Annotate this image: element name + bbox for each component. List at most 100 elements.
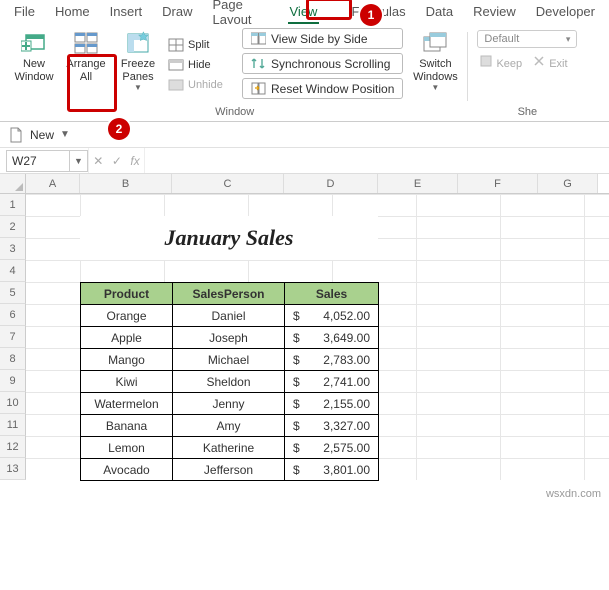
row-header[interactable]: 13 xyxy=(0,458,26,480)
cell-area[interactable]: January Sales Product SalesPerson Sales … xyxy=(26,194,609,480)
tab-developer[interactable]: Developer xyxy=(526,1,605,23)
watermark: wsxdn.com xyxy=(546,488,601,500)
tab-draw[interactable]: Draw xyxy=(152,1,202,23)
tab-file[interactable]: File xyxy=(4,1,45,23)
freeze-panes-icon xyxy=(125,30,151,56)
callout-badge-1: 1 xyxy=(360,4,382,26)
row-header[interactable]: 12 xyxy=(0,436,26,458)
col-header-e[interactable]: E xyxy=(378,174,458,193)
name-box[interactable]: W27 xyxy=(6,150,70,172)
new-window-button[interactable]: New Window xyxy=(10,26,58,104)
row-header[interactable]: 6 xyxy=(0,304,26,326)
new-window-icon xyxy=(21,30,47,56)
group-she-label: She xyxy=(518,104,538,121)
row-header[interactable]: 10 xyxy=(0,392,26,414)
enter-icon: ✓ xyxy=(112,154,122,168)
chevron-down-icon: ▼ xyxy=(431,83,439,92)
row-header[interactable]: 11 xyxy=(0,414,26,436)
table-row: WatermelonJenny$2,155.00 xyxy=(81,393,379,415)
sync-scroll-label: Synchronous Scrolling xyxy=(271,57,390,71)
fx-icon[interactable]: fx xyxy=(130,154,139,168)
ribbon-view: New Window Arrange All Freeze Panes ▼ xyxy=(0,24,609,122)
side-by-side-label: View Side by Side xyxy=(271,32,368,46)
group-sheet-view: Default Keep Exit She xyxy=(472,26,582,121)
header-salesperson: SalesPerson xyxy=(173,283,285,305)
sync-scroll-icon xyxy=(251,56,266,71)
hide-label: Hide xyxy=(188,59,211,71)
formula-bar-input[interactable] xyxy=(144,148,609,173)
freeze-panes-button[interactable]: Freeze Panes ▼ xyxy=(114,26,162,104)
quick-access-toolbar: New ▼ xyxy=(0,122,609,148)
unhide-button: Unhide xyxy=(166,76,234,94)
header-product: Product xyxy=(81,283,173,305)
table-row: OrangeDaniel$4,052.00 xyxy=(81,305,379,327)
keep-button: Keep xyxy=(479,54,522,70)
reset-position-icon xyxy=(251,81,266,96)
switch-windows-button[interactable]: Switch Windows ▼ xyxy=(411,26,459,104)
hide-button[interactable]: Hide xyxy=(166,56,234,74)
select-all-corner[interactable] xyxy=(0,174,26,193)
data-table: Product SalesPerson Sales OrangeDaniel$4… xyxy=(80,282,379,481)
split-button[interactable]: Split xyxy=(166,36,234,54)
ribbon-tabs: File Home Insert Draw Page Layout View F… xyxy=(0,0,609,24)
sheet-title: January Sales xyxy=(80,216,378,260)
side-by-side-icon xyxy=(251,31,266,46)
split-icon xyxy=(168,37,184,53)
reset-position-label: Reset Window Position xyxy=(271,82,394,96)
tab-insert[interactable]: Insert xyxy=(100,1,153,23)
table-row: AppleJoseph$3,649.00 xyxy=(81,327,379,349)
view-side-by-side-button[interactable]: View Side by Side xyxy=(242,28,403,49)
row-header[interactable]: 2 xyxy=(0,216,26,238)
ribbon-separator xyxy=(467,32,468,101)
switch-windows-icon xyxy=(422,30,448,56)
table-row: KiwiSheldon$2,741.00 xyxy=(81,371,379,393)
col-header-f[interactable]: F xyxy=(458,174,538,193)
column-headers: A B C D E F G xyxy=(0,174,609,194)
arrange-all-button[interactable]: Arrange All xyxy=(62,26,110,104)
name-box-dropdown[interactable]: ▼ xyxy=(70,150,88,172)
col-header-b[interactable]: B xyxy=(80,174,172,193)
reset-window-position-button[interactable]: Reset Window Position xyxy=(242,78,403,99)
col-header-g[interactable]: G xyxy=(538,174,598,193)
new-window-label: New Window xyxy=(14,58,53,83)
col-header-d[interactable]: D xyxy=(284,174,378,193)
unhide-label: Unhide xyxy=(188,79,223,91)
arrange-all-label: Arrange All xyxy=(66,58,105,83)
unhide-icon xyxy=(168,77,184,93)
formula-bar-row: W27 ▼ ✕ ✓ fx xyxy=(0,148,609,174)
table-row: MangoMichael$2,783.00 xyxy=(81,349,379,371)
exit-button: Exit xyxy=(532,54,567,70)
formula-bar-buttons: ✕ ✓ fx xyxy=(88,148,144,173)
row-header[interactable]: 1 xyxy=(0,194,26,216)
worksheet[interactable]: A B C D E F G 1 2 3 4 5 6 7 8 9 10 11 12… xyxy=(0,174,609,504)
row-header[interactable]: 4 xyxy=(0,260,26,282)
row-header[interactable]: 8 xyxy=(0,348,26,370)
sheet-view-dropdown[interactable]: Default xyxy=(477,30,577,48)
tab-view[interactable]: View xyxy=(280,1,328,23)
keep-icon xyxy=(479,54,493,68)
row-header[interactable]: 5 xyxy=(0,282,26,304)
chevron-down-icon[interactable]: ▼ xyxy=(60,129,70,140)
new-file-icon[interactable] xyxy=(8,127,24,143)
row-header[interactable]: 7 xyxy=(0,326,26,348)
header-sales: Sales xyxy=(285,283,379,305)
hide-icon xyxy=(168,57,184,73)
synchronous-scrolling-button[interactable]: Synchronous Scrolling xyxy=(242,53,403,74)
callout-badge-2: 2 xyxy=(108,118,130,140)
split-label: Split xyxy=(188,39,209,51)
tab-data[interactable]: Data xyxy=(416,1,463,23)
arrange-all-icon xyxy=(73,30,99,56)
tab-review[interactable]: Review xyxy=(463,1,526,23)
col-header-c[interactable]: C xyxy=(172,174,284,193)
table-row: LemonKatherine$2,575.00 xyxy=(81,437,379,459)
tab-home[interactable]: Home xyxy=(45,1,100,23)
exit-icon xyxy=(532,54,546,68)
compare-group: View Side by Side Synchronous Scrolling … xyxy=(242,26,403,104)
group-window-label: Window xyxy=(215,104,254,121)
new-label[interactable]: New xyxy=(30,128,54,142)
row-header[interactable]: 3 xyxy=(0,238,26,260)
chevron-down-icon: ▼ xyxy=(134,83,142,92)
table-row: BananaAmy$3,327.00 xyxy=(81,415,379,437)
col-header-a[interactable]: A xyxy=(26,174,80,193)
row-header[interactable]: 9 xyxy=(0,370,26,392)
